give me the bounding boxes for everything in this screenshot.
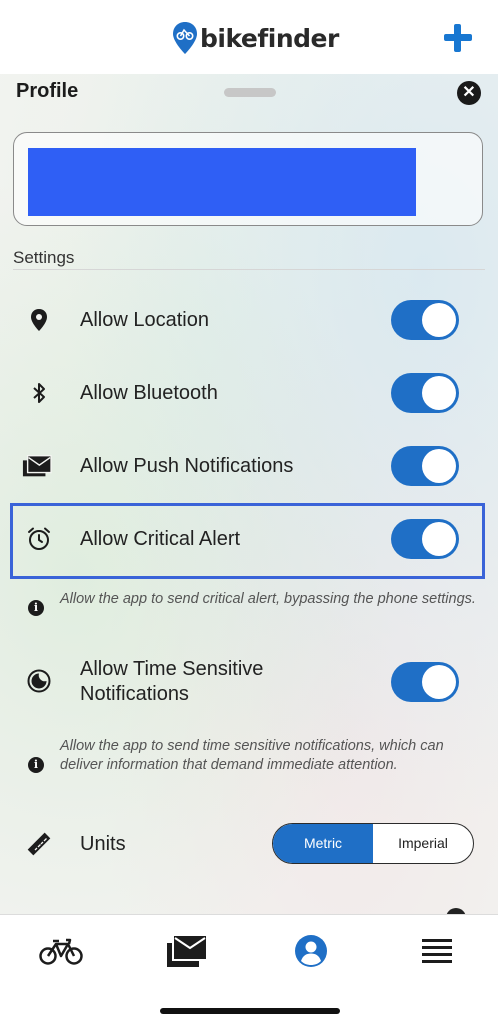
profile-card[interactable] <box>13 132 483 226</box>
user-circle-icon <box>295 935 327 967</box>
settings-section-title: Settings <box>13 248 75 267</box>
allow-time-sensitive-label: Allow Time Sensitive Notifications <box>80 657 263 707</box>
tab-messages[interactable] <box>164 931 210 971</box>
divider <box>13 269 485 270</box>
units-segmented-control: Metric Imperial <box>272 823 474 864</box>
allow-critical-alert-label: Allow Critical Alert <box>80 528 241 550</box>
bluetooth-icon <box>24 378 54 408</box>
units-option-imperial[interactable]: Imperial <box>373 824 473 863</box>
tab-profile[interactable] <box>288 931 334 971</box>
ruler-icon <box>24 829 54 859</box>
tab-bike[interactable] <box>38 931 84 971</box>
allow-push-notifications-toggle[interactable] <box>391 446 459 486</box>
allow-critical-alert-toggle[interactable] <box>391 519 459 559</box>
app-header: bikefinder <box>0 0 498 74</box>
add-button[interactable] <box>440 20 476 56</box>
allow-push-notifications-label: Allow Push Notifications <box>80 455 294 477</box>
allow-time-sensitive-toggle[interactable] <box>391 662 459 702</box>
alarm-clock-icon <box>24 524 54 554</box>
envelope-stack-icon <box>22 451 52 481</box>
moon-clock-icon <box>24 666 54 696</box>
time-sensitive-info-text: Allow the app to send time sensitive not… <box>60 738 444 773</box>
allow-time-sensitive-label-line2: Notifications <box>80 683 189 705</box>
drag-handle[interactable] <box>224 88 276 97</box>
units-label: Units <box>80 833 126 855</box>
home-indicator <box>160 1008 340 1014</box>
allow-location-label: Allow Location <box>80 309 209 331</box>
close-icon[interactable]: ✕ <box>457 81 481 105</box>
envelope-icon <box>167 934 208 967</box>
brand-logo: bikefinder <box>172 18 339 58</box>
location-pin-icon <box>24 305 54 335</box>
units-option-metric[interactable]: Metric <box>273 824 373 863</box>
bicycle-icon <box>39 938 83 965</box>
allow-time-sensitive-label-line1: Allow Time Sensitive <box>80 658 264 680</box>
allow-bluetooth-label: Allow Bluetooth <box>80 382 218 404</box>
sheet-title: Profile <box>16 80 79 102</box>
allow-location-toggle[interactable] <box>391 300 459 340</box>
brand-name: bikefinder <box>200 23 339 53</box>
critical-alert-info-text: Allow the app to send critical alert, by… <box>60 591 476 607</box>
location-pin-bike-icon <box>173 22 197 54</box>
allow-bluetooth-toggle[interactable] <box>391 373 459 413</box>
info-icon: i <box>28 757 44 773</box>
redacted-profile-name <box>28 148 416 216</box>
hamburger-menu-icon <box>422 939 452 963</box>
info-icon: i <box>28 600 44 616</box>
tab-menu[interactable] <box>414 931 460 971</box>
